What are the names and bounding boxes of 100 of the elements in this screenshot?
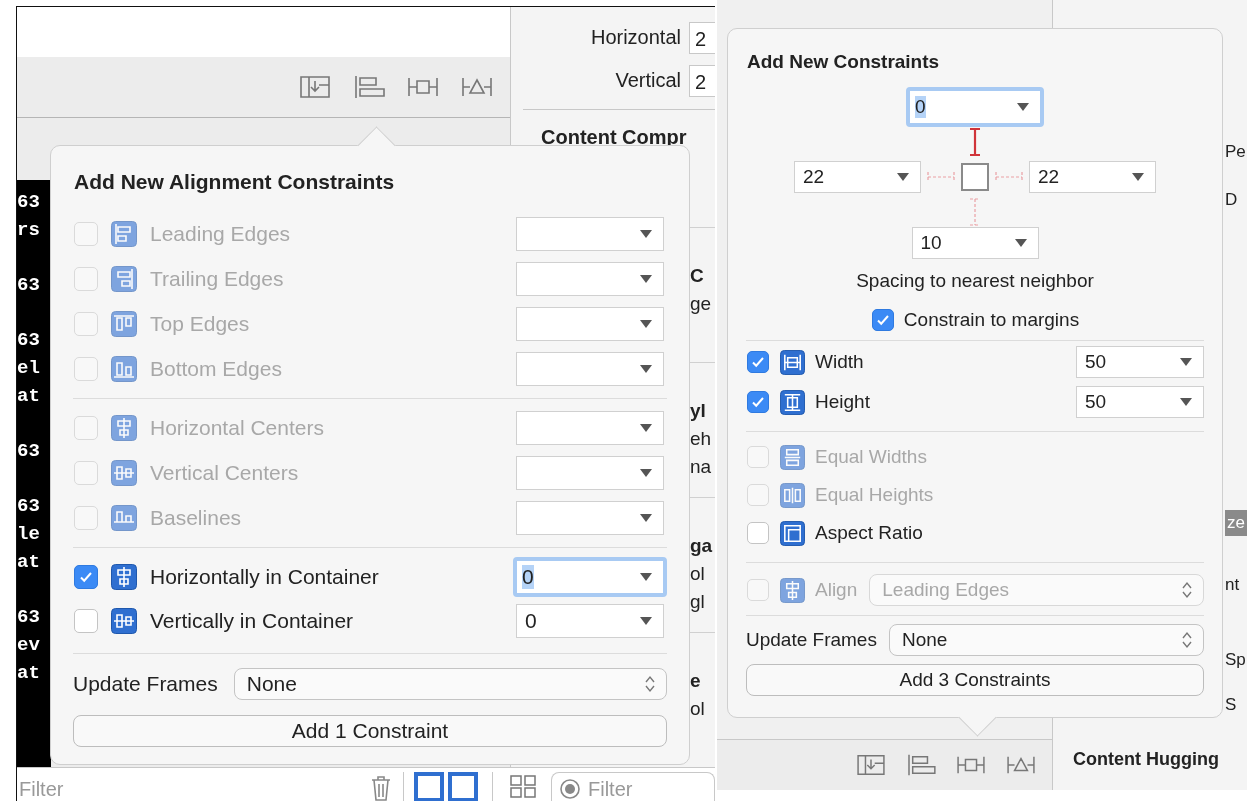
caret-icon: [1179, 357, 1193, 367]
caret-icon: [1179, 397, 1193, 407]
caret-icon: [639, 616, 653, 626]
value-dropdown[interactable]: 22: [794, 161, 921, 193]
stepper-icon: [644, 674, 656, 694]
trash-icon[interactable]: [369, 774, 393, 801]
caption-text: Spacing to nearest neighbor: [855, 269, 1095, 293]
constraint-icon: [780, 444, 805, 470]
section-text: na: [690, 455, 713, 479]
popover-title: Add New Alignment Constraints: [74, 169, 396, 195]
section-title: ga: [690, 534, 714, 558]
section-text: gl: [690, 590, 706, 614]
option-label: Aspect Ratio: [815, 522, 923, 544]
section-text: eh: [690, 427, 713, 451]
caret-icon: [1013, 238, 1028, 248]
panel-toggle-icon[interactable]: [448, 772, 478, 801]
value-dropdown[interactable]: 0: [513, 557, 667, 597]
inspector-text: D: [1225, 189, 1238, 211]
constraint-icon: [111, 220, 137, 247]
console-text: 63: [17, 439, 41, 464]
checkbox[interactable]: [747, 391, 769, 413]
constraint-icon: [111, 459, 137, 486]
section-text: ol: [690, 562, 706, 586]
panel-toggle-icon[interactable]: [414, 772, 444, 801]
number-field[interactable]: 2: [689, 64, 715, 97]
option-label: Constrain to margins: [903, 309, 1080, 331]
checkbox[interactable]: [747, 522, 769, 544]
caret-icon: [639, 273, 653, 284]
update-frames-select[interactable]: None: [888, 624, 1204, 656]
value-dropdown[interactable]: 50: [1076, 386, 1204, 418]
console-text: 63: [17, 190, 41, 215]
constraint-icon: [111, 504, 137, 531]
constraint-icon: [111, 310, 137, 337]
checkbox[interactable]: [871, 309, 894, 331]
checkbox[interactable]: [747, 351, 769, 373]
checkbox[interactable]: [74, 565, 98, 589]
option-label: Top Edges: [150, 311, 250, 336]
option-label: Leading Edges: [150, 221, 291, 246]
align-bars-icon[interactable]: [905, 753, 938, 777]
constraint-icon: [111, 564, 137, 590]
console-text: rs: [17, 218, 41, 243]
number-field[interactable]: 2: [689, 21, 715, 54]
popover-title: Add New Constraints: [747, 50, 941, 74]
update-frames-select[interactable]: None: [233, 668, 667, 700]
caret-icon: [639, 467, 653, 478]
add-constraints-button[interactable]: Add 3 Constraints: [746, 664, 1204, 696]
option-label: Equal Heights: [815, 484, 934, 506]
inspector-text: Pe: [1225, 141, 1246, 163]
align-bars-icon[interactable]: [352, 74, 386, 100]
grid-icon[interactable]: [509, 774, 537, 798]
checkbox[interactable]: [74, 609, 98, 633]
constraint-icon: [111, 414, 137, 441]
box-arrow-icon[interactable]: [298, 74, 332, 100]
section-title: e: [690, 669, 702, 693]
spacing-constraint-line[interactable]: [968, 127, 982, 157]
view-square: [961, 163, 989, 191]
inspector-text: Sp: [1225, 649, 1246, 671]
value-dropdown[interactable]: 50: [1076, 346, 1204, 378]
stepper-icon: [1181, 630, 1193, 650]
constraint-icon: [111, 265, 137, 292]
section-title: yl: [690, 399, 707, 423]
inspector-text: ze: [1225, 510, 1247, 536]
option-label: Bottom Edges: [150, 356, 282, 381]
option-label: Baselines: [150, 505, 242, 530]
field-label: Vertical: [615, 69, 681, 93]
caret-icon: [896, 172, 910, 182]
box-arrow-icon[interactable]: [855, 753, 888, 777]
constraint-icon: [111, 608, 137, 634]
stepper-icon: [1181, 580, 1193, 600]
inspector-text: nt: [1225, 574, 1240, 596]
console-text: at: [17, 384, 41, 409]
caret-icon: [1016, 102, 1030, 112]
constraint-icon: [780, 577, 805, 603]
caret-icon: [639, 572, 653, 582]
value-dropdown[interactable]: 22: [1029, 161, 1156, 193]
caret-icon: [1131, 172, 1145, 182]
add-constraint-button[interactable]: Add 1 Constraint: [73, 715, 667, 747]
search-field[interactable]: Filter: [551, 772, 715, 801]
option-label: Trailing Edges: [150, 266, 284, 291]
console-text: at: [17, 661, 41, 686]
caret-icon: [639, 363, 653, 374]
option-label: Vertically in Container: [150, 609, 354, 633]
field-label: Horizontal: [590, 26, 681, 49]
value-dropdown[interactable]: 10: [911, 227, 1039, 259]
value-dropdown[interactable]: 0: [516, 604, 664, 638]
filter-icon: [559, 778, 581, 800]
caret-icon: [639, 228, 653, 239]
console-text: at: [17, 550, 41, 575]
option-label: Vertical Centers: [150, 460, 299, 485]
option-label: Horizontally in Container: [150, 565, 379, 589]
option-label: Align: [815, 579, 858, 601]
field-label: Update Frames: [746, 629, 877, 651]
constraint-icon: [780, 349, 805, 375]
console-text: 63: [17, 328, 41, 353]
filter-field[interactable]: Filter: [17, 768, 329, 801]
console-text: 63: [17, 494, 41, 519]
caret-icon: [639, 422, 653, 433]
caret-icon: [639, 318, 653, 329]
value-dropdown[interactable]: 0: [906, 87, 1044, 127]
console-text: ev: [17, 633, 41, 658]
